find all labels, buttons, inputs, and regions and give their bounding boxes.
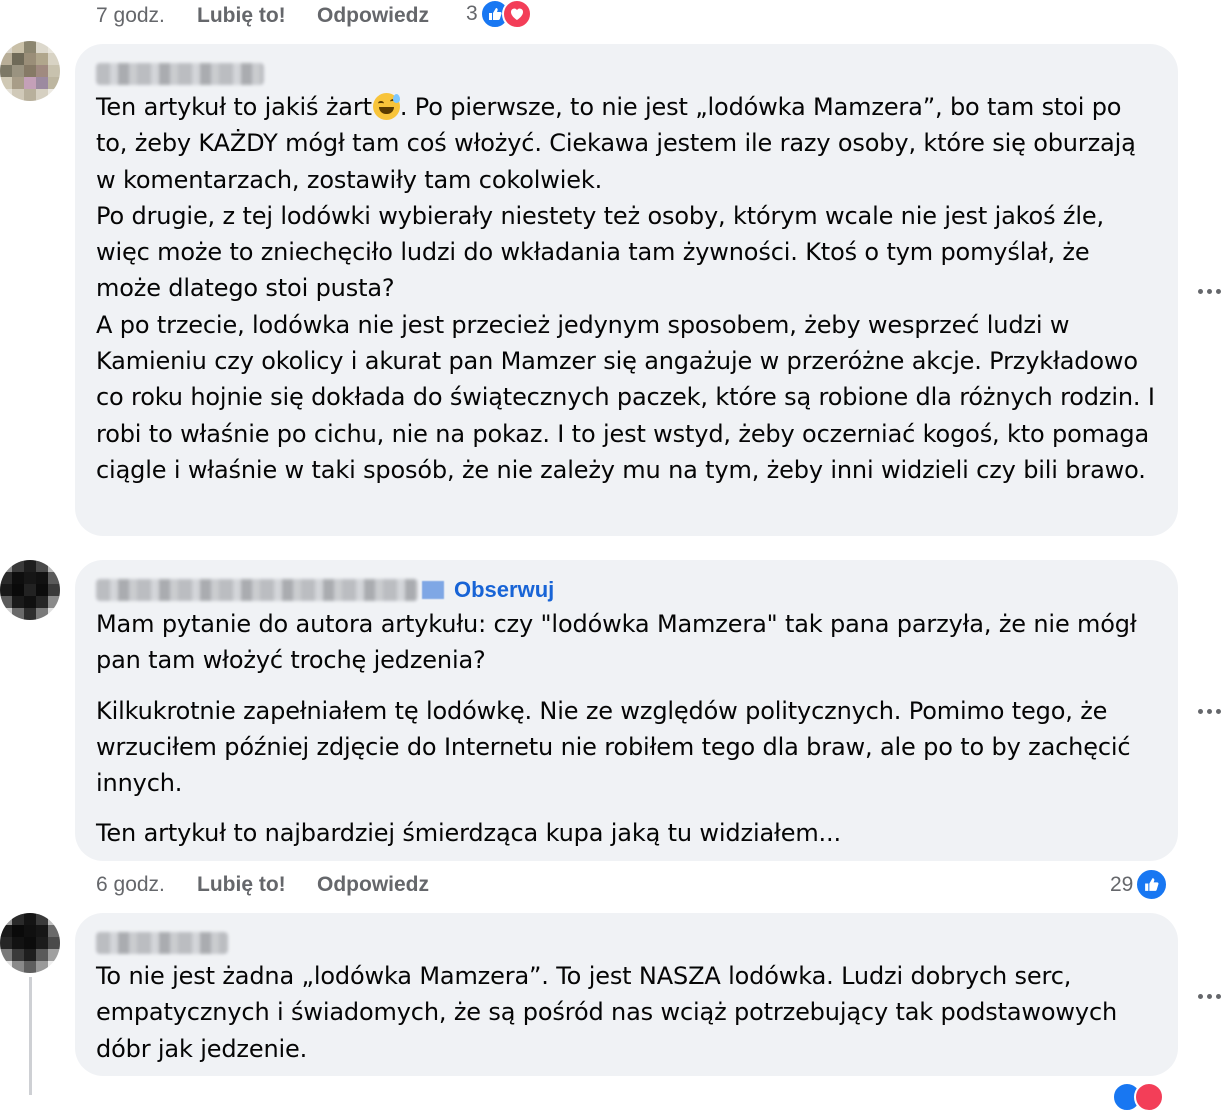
comment-text: Mam pytanie do autora artykułu: czy "lod… xyxy=(96,610,1145,675)
love-icon xyxy=(501,0,532,29)
author-name[interactable] xyxy=(96,61,1157,87)
comment-bubble: Obserwuj Mam pytanie do autora artykułu:… xyxy=(75,560,1178,861)
reaction-count: 3 xyxy=(466,2,478,25)
comment-text: Ten artykuł to jakiś żart. Po pierwsze, … xyxy=(96,93,1144,194)
like-icon xyxy=(1135,868,1169,901)
avatar[interactable] xyxy=(0,41,60,101)
comment-text: Kilkukrotnie zapełniałem tę lodówkę. Nie… xyxy=(96,696,1138,798)
comment-text: To nie jest żadna „lodówka Mamzera”. To … xyxy=(96,962,1125,1063)
avatar[interactable] xyxy=(0,560,60,620)
author-name[interactable] xyxy=(96,579,418,601)
reply-link[interactable]: Odpowiedz xyxy=(317,873,429,897)
grinning-sweat-emoji xyxy=(372,93,400,120)
reply-link[interactable]: Odpowiedz xyxy=(317,4,429,28)
thread-line xyxy=(29,977,32,1095)
more-options-icon[interactable] xyxy=(1198,990,1228,1002)
reaction-summary[interactable]: 29 xyxy=(1110,868,1169,901)
reaction-count: 29 xyxy=(1110,872,1134,896)
comment-text: Po drugie, z tej lodówki wybierały niest… xyxy=(96,201,1112,303)
comment-time[interactable]: 7 godz. xyxy=(96,4,197,28)
like-link[interactable]: Lubię to! xyxy=(197,4,317,28)
comment-bubble: To nie jest żadna „lodówka Mamzera”. To … xyxy=(75,913,1178,1076)
comment-actions: 7 godz. Lubię to! Odpowiedz xyxy=(96,0,429,34)
comment-text: A po trzecie, lodówka nie jest przecież … xyxy=(96,310,1163,484)
comment-bubble: Ten artykuł to jakiś żart. Po pierwsze, … xyxy=(75,44,1178,536)
avatar[interactable] xyxy=(0,913,60,973)
comment-time[interactable]: 6 godz. xyxy=(96,873,197,897)
reaction-summary-partial[interactable] xyxy=(1112,1082,1164,1112)
author-name[interactable] xyxy=(96,930,1157,956)
badge-icon xyxy=(422,581,444,599)
reaction-summary[interactable]: 3 xyxy=(466,0,532,29)
love-icon xyxy=(1134,1082,1164,1112)
author-row: Obserwuj xyxy=(96,574,1157,606)
more-options-icon[interactable] xyxy=(1198,705,1228,717)
like-link[interactable]: Lubię to! xyxy=(197,873,317,897)
more-options-icon[interactable] xyxy=(1198,285,1228,297)
follow-button[interactable]: Obserwuj xyxy=(454,577,554,603)
comment-text: Ten artykuł to najbardziej śmierdząca ku… xyxy=(96,819,841,848)
comment-actions: 6 godz. Lubię to! Odpowiedz xyxy=(96,867,429,903)
